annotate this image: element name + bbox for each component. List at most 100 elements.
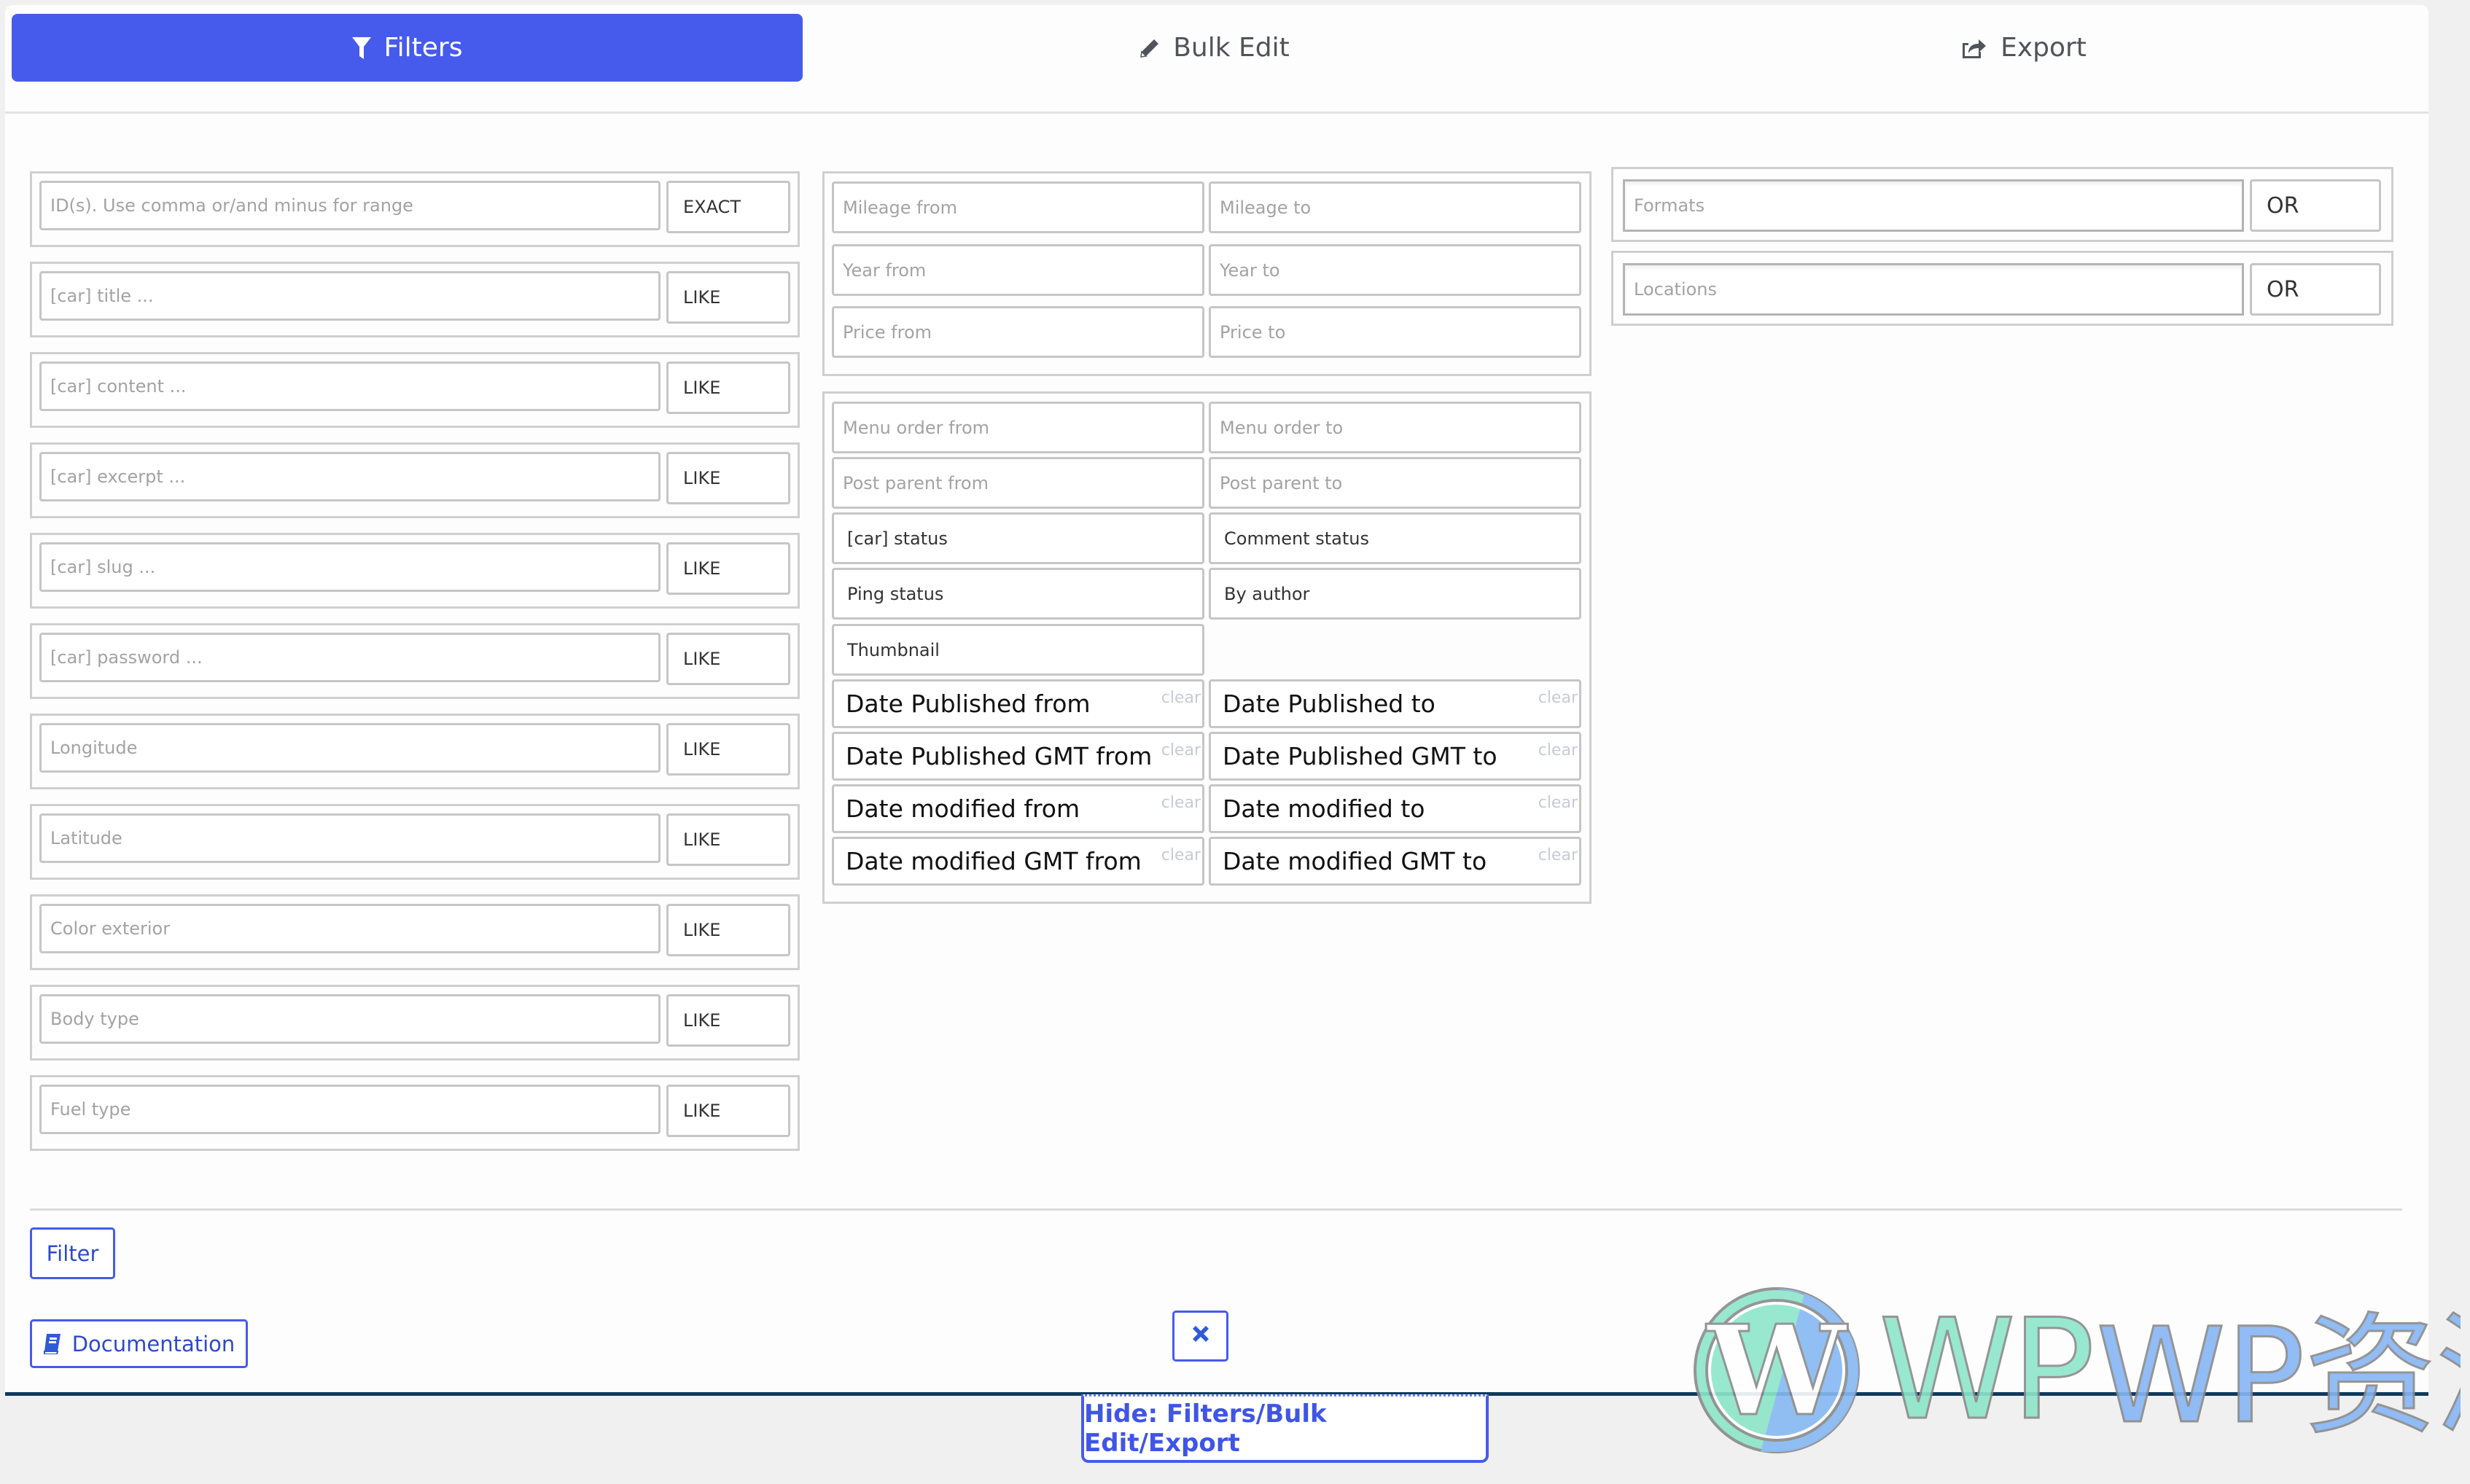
close-button[interactable]: [1172, 1311, 1228, 1362]
post-parent-to-field[interactable]: [1209, 457, 1581, 509]
taxonomy-input[interactable]: [1634, 181, 2242, 230]
date-from-field[interactable]: Date modified from clear: [832, 784, 1204, 833]
taxonomy-input[interactable]: [1634, 265, 2242, 313]
text-filter-field[interactable]: [39, 994, 661, 1044]
text-filter-input[interactable]: [50, 183, 658, 228]
operator-select[interactable]: LIKE: [666, 1085, 790, 1137]
tab-bulk-edit[interactable]: Bulk Edit: [810, 14, 1619, 82]
car-status-select[interactable]: [car] status: [832, 512, 1204, 564]
text-filter-input[interactable]: [50, 906, 658, 951]
mileage-to-input[interactable]: [1220, 184, 1579, 231]
filter-icon: [351, 36, 371, 59]
operator-select[interactable]: LIKE: [666, 633, 790, 685]
menu-order-from-field[interactable]: [832, 402, 1204, 453]
text-filter-input[interactable]: [50, 454, 658, 499]
text-filter-field[interactable]: [39, 181, 661, 230]
pencil-icon: [1139, 38, 1160, 58]
price-to-field[interactable]: [1209, 306, 1581, 358]
year-to-input[interactable]: [1220, 246, 1579, 294]
text-filter-input[interactable]: [50, 1087, 658, 1132]
operator-select[interactable]: LIKE: [666, 723, 790, 776]
operator-select[interactable]: EXACT: [666, 181, 790, 233]
text-filter-field[interactable]: [39, 904, 661, 953]
text-filter-field[interactable]: [39, 1085, 661, 1134]
text-filter-field[interactable]: [39, 452, 661, 501]
filters-panel: Filters Bulk Edit Export EXACT LIKE: [5, 5, 2428, 1396]
text-filter-row: LIKE: [30, 894, 800, 970]
tab-filters[interactable]: Filters: [12, 14, 803, 82]
post-parent-to-input[interactable]: [1220, 459, 1579, 507]
text-filter-row: LIKE: [30, 1075, 800, 1151]
documentation-button[interactable]: Documentation: [30, 1319, 248, 1368]
date-to-field[interactable]: Date Published GMT to clear: [1209, 732, 1581, 781]
hide-panel-button[interactable]: Hide: Filters/Bulk Edit/Export: [1081, 1394, 1489, 1463]
price-from-field[interactable]: [832, 306, 1204, 358]
clear-date-link[interactable]: clear: [1538, 846, 1578, 864]
operator-select[interactable]: LIKE: [666, 271, 790, 324]
operator-select[interactable]: LIKE: [666, 813, 790, 866]
text-filter-input[interactable]: [50, 725, 658, 770]
operator-label: LIKE: [683, 1010, 721, 1031]
date-from-field[interactable]: Date Published GMT from clear: [832, 732, 1204, 781]
mileage-from-input[interactable]: [843, 184, 1202, 231]
price-to-input[interactable]: [1220, 308, 1579, 356]
text-filter-field[interactable]: [39, 723, 661, 773]
taxonomy-filter-row: OR: [1611, 251, 2393, 326]
text-filter-field[interactable]: [39, 813, 661, 863]
by-author-select[interactable]: By author: [1209, 568, 1581, 620]
text-filter-field[interactable]: [39, 271, 661, 321]
price-from-input[interactable]: [843, 308, 1202, 356]
date-from-field[interactable]: Date Published from clear: [832, 679, 1204, 728]
mileage-to-field[interactable]: [1209, 181, 1581, 233]
text-filter-row: LIKE: [30, 442, 800, 518]
clear-date-link[interactable]: clear: [1538, 794, 1578, 812]
mileage-from-field[interactable]: [832, 181, 1204, 233]
post-parent-from-field[interactable]: [832, 457, 1204, 509]
operator-select[interactable]: LIKE: [666, 362, 790, 414]
header-divider: [5, 112, 2428, 114]
text-filter-field[interactable]: [39, 633, 661, 682]
text-filter-input[interactable]: [50, 996, 658, 1042]
tab-export[interactable]: Export: [1619, 14, 2428, 82]
taxonomy-operator-select[interactable]: OR: [2250, 179, 2381, 232]
ping-status-label: Ping status: [847, 583, 944, 604]
year-to-field[interactable]: [1209, 244, 1581, 296]
clear-date-link[interactable]: clear: [1161, 846, 1201, 864]
operator-select[interactable]: LIKE: [666, 904, 790, 956]
text-filter-input[interactable]: [50, 544, 658, 590]
comment-status-select[interactable]: Comment status: [1209, 512, 1581, 564]
date-to-label: Date modified to: [1223, 794, 1425, 823]
year-from-input[interactable]: [843, 246, 1202, 294]
date-from-field[interactable]: Date modified GMT from clear: [832, 837, 1204, 886]
menu-order-from-input[interactable]: [843, 404, 1202, 451]
date-to-field[interactable]: Date modified GMT to clear: [1209, 837, 1581, 886]
clear-date-link[interactable]: clear: [1161, 794, 1201, 812]
text-filter-field[interactable]: [39, 542, 661, 592]
taxonomy-select-field[interactable]: [1623, 263, 2244, 316]
operator-select[interactable]: LIKE: [666, 994, 790, 1047]
taxonomy-operator-select[interactable]: OR: [2250, 263, 2381, 316]
date-to-field[interactable]: Date modified to clear: [1209, 784, 1581, 833]
clear-date-link[interactable]: clear: [1538, 689, 1578, 707]
clear-date-link[interactable]: clear: [1161, 741, 1201, 759]
filter-button[interactable]: Filter: [30, 1227, 115, 1279]
clear-date-link[interactable]: clear: [1161, 689, 1201, 707]
taxonomy-select-field[interactable]: [1623, 179, 2244, 232]
operator-select[interactable]: LIKE: [666, 542, 790, 595]
text-filter-field[interactable]: [39, 362, 661, 411]
clear-date-link[interactable]: clear: [1538, 741, 1578, 759]
year-from-field[interactable]: [832, 244, 1204, 296]
menu-order-to-field[interactable]: [1209, 402, 1581, 453]
ping-status-select[interactable]: Ping status: [832, 568, 1204, 620]
taxonomy-operator-label: OR: [2267, 276, 2299, 302]
post-parent-from-input[interactable]: [843, 459, 1202, 507]
filter-button-label: Filter: [46, 1241, 99, 1266]
thumbnail-select[interactable]: Thumbnail: [832, 624, 1204, 676]
date-to-field[interactable]: Date Published to clear: [1209, 679, 1581, 728]
menu-order-to-input[interactable]: [1220, 404, 1579, 451]
text-filter-input[interactable]: [50, 273, 658, 319]
text-filter-input[interactable]: [50, 816, 658, 861]
operator-select[interactable]: LIKE: [666, 452, 790, 504]
text-filter-input[interactable]: [50, 635, 658, 680]
text-filter-input[interactable]: [50, 364, 658, 409]
